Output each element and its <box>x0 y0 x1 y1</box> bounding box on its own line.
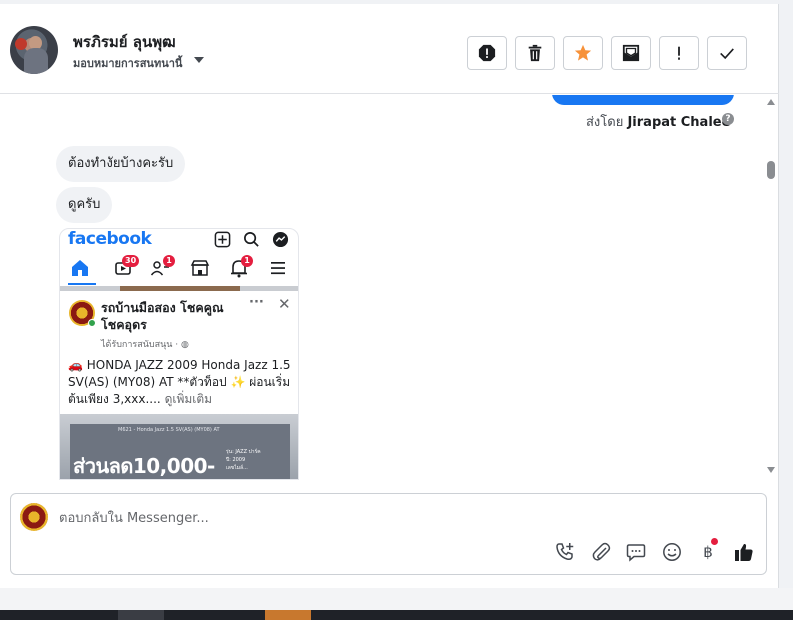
taskbar-item[interactable] <box>118 610 164 620</box>
post-text: 🚗 HONDA JAZZ 2009 Honda Jazz 1.5 SV(AS) … <box>68 358 291 406</box>
contact-name[interactable]: พรภิรมย์ ลุนพุฒ <box>73 30 176 54</box>
facebook-logo: facebook <box>68 229 152 249</box>
mark-done-button[interactable] <box>707 36 747 70</box>
phone-plus-icon <box>556 543 574 560</box>
exclamation-icon <box>678 46 680 60</box>
home-icon <box>72 260 88 276</box>
emoji-button[interactable] <box>661 541 683 563</box>
sender-name: Jirapat Chalee <box>627 115 731 130</box>
marketplace-icon <box>190 260 210 276</box>
like-button[interactable] <box>733 541 755 563</box>
window-edge <box>779 0 793 588</box>
facebook-tab-bar: 30 1 1 <box>60 253 298 285</box>
image-specs: รุ่น: JAZZ ปาร์ค ปี: 2009 เลขไมล์... <box>226 449 261 471</box>
active-tab-indicator <box>68 283 96 285</box>
chat-bubble-icon <box>626 544 646 562</box>
close-icon: ✕ <box>278 295 291 313</box>
see-more-link: ดูเพิ่มเติม <box>164 392 213 406</box>
post-image: M621 - Honda Jazz 1.5 SV(AS) (MY08) AT ส… <box>60 414 298 479</box>
received-message-bubble[interactable]: ต้องทำงัยบ้างคะรับ <box>56 146 186 182</box>
assign-conversation-dropdown[interactable]: มอบหมายการสนทนานี้ <box>73 54 182 72</box>
sent-message-bubble[interactable] <box>552 95 734 105</box>
avatar-badge <box>15 38 27 50</box>
taskbar <box>0 588 793 620</box>
paperclip-icon <box>592 542 611 561</box>
delete-button[interactable] <box>515 36 555 70</box>
envelope-icon <box>622 44 640 62</box>
mark-spam-button[interactable] <box>467 36 507 70</box>
star-button[interactable] <box>563 36 603 70</box>
menu-icon <box>271 262 285 275</box>
video-badge: 30 <box>122 255 140 267</box>
received-message-bubble[interactable]: ดูครับ <box>56 187 113 223</box>
friends-badge: 1 <box>163 255 175 267</box>
sent-by-label: ส่งโดย Jirapat Chalee <box>586 115 731 130</box>
inbox-conversation-panel: พรภิรมย์ ลุนพุฒ มอบหมายการสนทนานี้ ส่งโด… <box>0 0 779 588</box>
alert-octagon-icon <box>478 44 496 62</box>
call-button[interactable] <box>554 541 576 563</box>
saved-replies-button[interactable] <box>625 541 647 563</box>
check-icon <box>720 48 734 60</box>
trash-icon <box>528 44 542 62</box>
page-name: รถบ้านมือสอง โชคคูณ โชคอุดร <box>101 300 224 332</box>
create-icon <box>214 231 231 248</box>
scroll-up-icon[interactable] <box>767 99 775 105</box>
image-caption: M621 - Honda Jazz 1.5 SV(AS) (MY08) AT <box>118 427 220 433</box>
message-thread[interactable]: ส่งโดย Jirapat Chalee ? ต้องทำงัยบ้างคะร… <box>0 95 779 480</box>
notification-dot <box>711 538 718 545</box>
notifications-badge: 1 <box>241 255 253 267</box>
sponsored-label: ได้รับการสนับสนุน · ◍ <box>101 340 189 350</box>
more-icon: ··· <box>249 295 264 310</box>
image-attachment[interactable]: facebook 30 1 1 รถบ้านมือสอง โชคคูณ โชคอ… <box>59 228 299 480</box>
smiley-icon <box>663 543 681 561</box>
conversation-header: พรภิรมย์ ลุนพุฒ มอบหมายการสนทนานี้ <box>0 0 779 94</box>
thread-scrollbar[interactable] <box>764 95 778 480</box>
online-indicator <box>88 319 96 327</box>
contact-avatar[interactable] <box>10 26 58 74</box>
thumbs-up-icon <box>735 543 753 561</box>
follow-up-button[interactable] <box>659 36 699 70</box>
payment-button[interactable]: ฿ <box>697 538 719 563</box>
search-icon <box>244 232 259 247</box>
scroll-thumb[interactable] <box>767 161 775 179</box>
baht-icon: ฿ <box>703 543 713 561</box>
chevron-down-icon[interactable] <box>194 57 204 63</box>
taskbar-item[interactable] <box>265 610 311 620</box>
reply-composer: ฿ <box>10 493 767 575</box>
messenger-icon <box>272 231 289 248</box>
page-avatar <box>20 503 48 531</box>
help-icon[interactable]: ? <box>722 113 734 125</box>
mark-unread-button[interactable] <box>611 36 651 70</box>
reply-input[interactable] <box>59 508 659 528</box>
image-promo: ส่วนลด10,000- <box>73 454 215 478</box>
star-icon <box>574 44 592 61</box>
attach-button[interactable] <box>590 541 612 563</box>
scroll-down-icon[interactable] <box>767 467 775 473</box>
globe-icon: ◍ <box>181 340 189 350</box>
